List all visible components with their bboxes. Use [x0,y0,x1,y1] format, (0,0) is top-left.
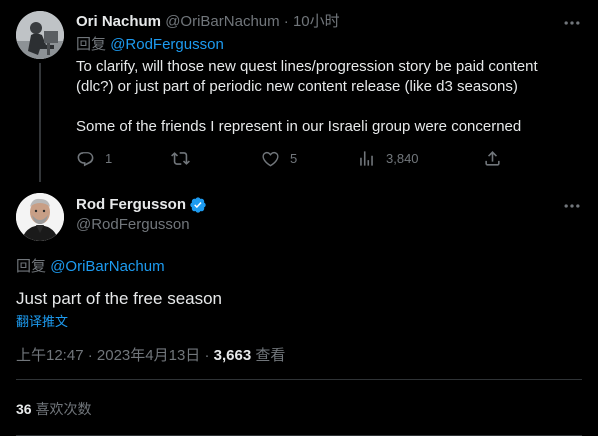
replying-prefix: 回复 [76,36,107,53]
reply-icon [77,151,94,166]
separator: · [204,347,210,364]
main-tweet: Rod Fergusson @RodFergusson 回复 @OriBarNa… [0,182,598,436]
tweet-text: To clarify, will those new quest lines/p… [76,57,576,137]
tweet-text-line: Some of the friends I represent in our I… [76,118,522,135]
reply-tweet[interactable]: Ori Nachum @OriBarNachum · 10小时 回复 @RodF… [0,0,598,182]
thread-line [39,63,41,182]
tweet-text-line: To clarify, will those new quest lines/p… [76,58,538,95]
mention-link[interactable]: @RodFergusson [110,36,224,53]
share-button[interactable] [483,148,502,168]
likes-summary[interactable]: 36 喜欢次数 [16,400,91,418]
mention-link[interactable]: @OriBarNachum [50,258,164,275]
separator: · [283,13,289,30]
author-name-row: Rod Fergusson [76,196,207,214]
avatar[interactable] [16,11,64,59]
views-button[interactable]: 3,840 [357,148,419,168]
reply-count: 1 [105,150,113,166]
reply-button[interactable]: 1 [76,148,112,168]
likes-count: 36 [16,401,32,417]
likes-label: 喜欢次数 [35,401,92,417]
author-handle[interactable]: @OriBarNachum [165,13,279,30]
author-name[interactable]: Rod Fergusson [76,196,186,214]
views-icon [360,150,373,166]
views-label: 查看 [255,347,286,364]
tweet-meta: 上午12:47 · 2023年4月13日 · 3,663 查看 [16,347,285,365]
views-count: 3,663 [213,347,252,364]
tweet-time[interactable]: 10小时 [293,13,340,30]
retweet-button[interactable] [171,148,190,168]
translate-tweet-link[interactable]: 翻译推文 [16,314,68,330]
tweet-text: Just part of the free season [16,289,223,308]
replying-to: 回复 @RodFergusson [76,36,224,54]
more-icon[interactable] [562,196,582,216]
verified-badge-icon[interactable] [189,196,207,214]
divider [16,379,582,380]
heart-icon [262,151,279,166]
avatar[interactable] [16,193,64,241]
views-count: 3,840 [386,150,419,166]
tweet-date[interactable]: 2023年4月13日 [97,347,200,364]
retweet-icon [171,151,190,165]
more-icon[interactable] [562,13,582,33]
author-handle[interactable]: @RodFergusson [76,216,190,234]
author-name[interactable]: Ori Nachum [76,13,161,30]
tweet-time[interactable]: 上午12:47 [16,347,84,364]
separator: · [87,347,93,364]
share-icon [485,150,500,166]
replying-to: 回复 @OriBarNachum [16,258,165,276]
replying-prefix: 回复 [16,258,47,275]
like-button[interactable]: 5 [261,148,297,168]
like-count: 5 [290,150,298,166]
reply-author-row: Ori Nachum @OriBarNachum · 10小时 [76,13,340,31]
